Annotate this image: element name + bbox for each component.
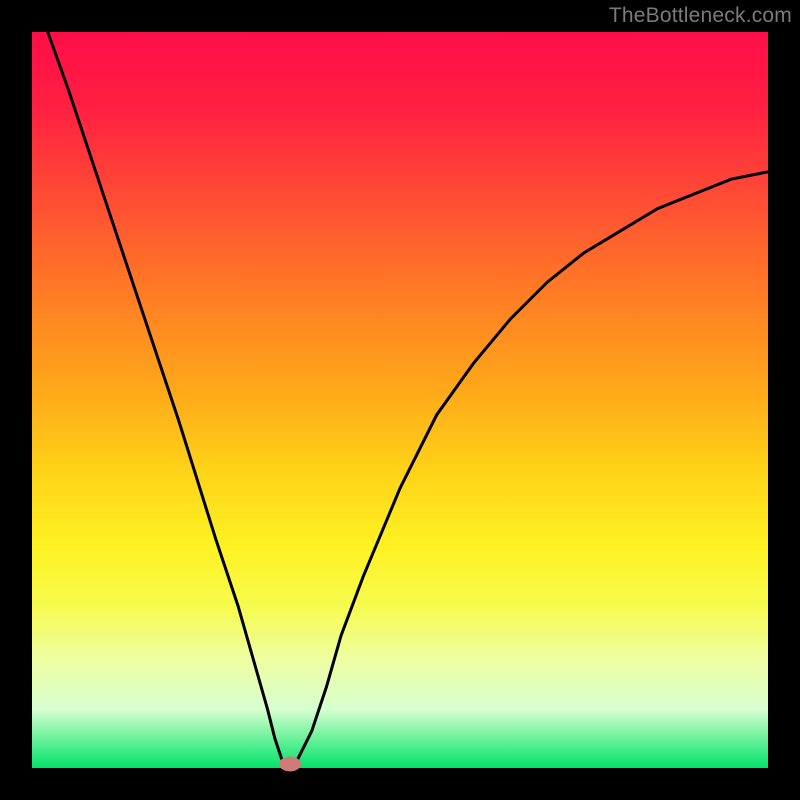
watermark-text: TheBottleneck.com [609,4,792,28]
bottleneck-curve [32,32,768,768]
optimal-point-marker [279,757,301,772]
plot-area [32,32,768,768]
chart-frame: TheBottleneck.com [0,0,800,800]
